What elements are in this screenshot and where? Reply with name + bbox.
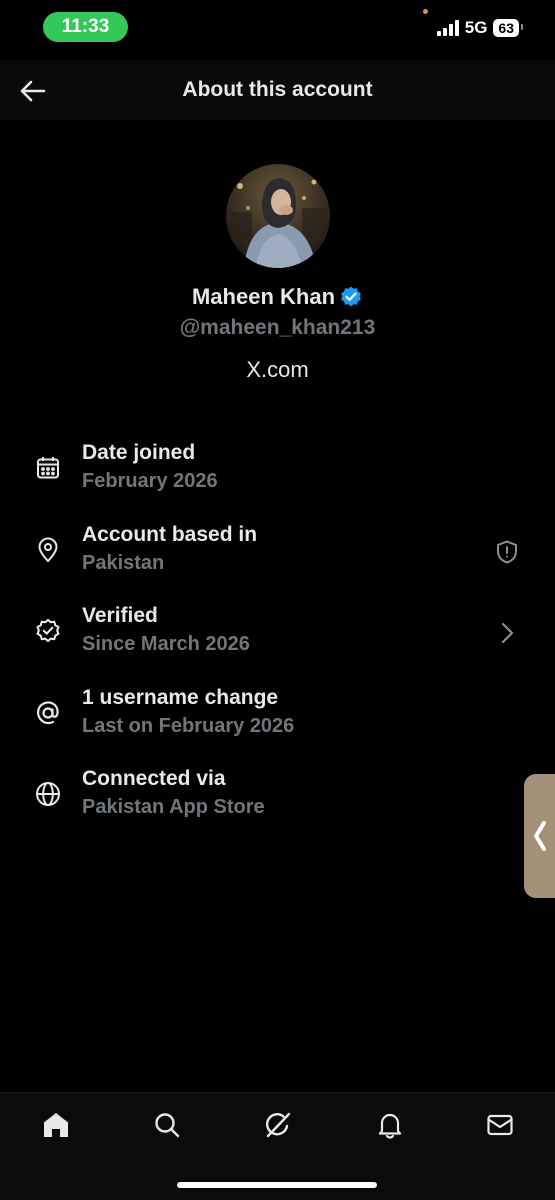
at-sign-icon xyxy=(34,699,62,727)
profile-name: Maheen Khan xyxy=(191,284,336,309)
list-item-date-joined: Date joined February 2026 xyxy=(0,434,555,516)
grok-icon xyxy=(266,1112,291,1138)
status-right-group: 5G 63 xyxy=(436,18,523,38)
profile-handle: @maheen_khan213 xyxy=(179,316,376,339)
row-subtitle: February 2026 xyxy=(82,470,218,492)
list-item-connected-via: Connected via Pakistan App Store xyxy=(0,760,555,842)
home-icon xyxy=(44,1113,68,1137)
list-item-verified[interactable]: Verified Since March 2026 xyxy=(0,597,555,679)
search-icon xyxy=(155,1113,180,1138)
avatar-image xyxy=(226,164,330,268)
battery-icon: 63 xyxy=(493,19,523,37)
chevron-left-icon xyxy=(534,821,546,851)
arrow-left-icon xyxy=(20,80,46,102)
network-type: 5G xyxy=(464,18,488,37)
row-subtitle: Since March 2026 xyxy=(82,633,250,655)
row-title: Verified xyxy=(82,604,158,627)
site-link[interactable]: X.com xyxy=(0,357,555,383)
cellular-signal-icon xyxy=(436,20,459,36)
mail-icon xyxy=(487,1114,513,1136)
status-bar: 11:33 5G 63 xyxy=(0,0,555,60)
nav-home[interactable] xyxy=(38,1107,74,1143)
row-subtitle: Pakistan xyxy=(82,551,165,574)
battery-level: 63 xyxy=(498,20,514,36)
row-title: Connected via xyxy=(82,767,226,790)
home-indicator[interactable] xyxy=(177,1182,377,1188)
nav-messages[interactable] xyxy=(482,1107,518,1143)
list-item-username-change: 1 username change Last on February 2026 xyxy=(0,679,555,761)
status-time[interactable]: 11:33 xyxy=(43,12,128,42)
privacy-indicator-dot xyxy=(423,9,428,14)
verified-badge-icon xyxy=(341,286,361,307)
page-title: About this account xyxy=(182,78,373,101)
top-bar: About this account xyxy=(0,60,555,120)
list-item-account-based-in: Account based in Pakistan xyxy=(0,516,555,598)
back-button[interactable] xyxy=(18,76,48,106)
location-pin-icon xyxy=(34,536,62,564)
nav-notifications[interactable] xyxy=(372,1107,408,1143)
shield-alert-icon[interactable] xyxy=(493,538,521,566)
chevron-right-icon[interactable] xyxy=(493,619,521,647)
avatar[interactable] xyxy=(226,164,330,268)
row-title: Date joined xyxy=(82,441,196,464)
side-drawer-handle[interactable] xyxy=(524,774,555,898)
row-subtitle: Last on February 2026 xyxy=(82,714,295,737)
account-info-list: Date joined February 2026 Account based … xyxy=(0,434,555,842)
bell-icon xyxy=(378,1113,402,1139)
row-title: 1 username change xyxy=(82,685,279,709)
row-title: Account based in xyxy=(82,522,258,546)
profile-name-row: Maheen Khan xyxy=(0,284,555,310)
nav-search[interactable] xyxy=(149,1107,185,1143)
verified-badge-outline-icon xyxy=(34,617,62,645)
nav-grok[interactable] xyxy=(260,1107,296,1143)
calendar-icon xyxy=(34,454,62,482)
row-subtitle: Pakistan App Store xyxy=(82,796,265,818)
globe-icon xyxy=(34,780,62,808)
